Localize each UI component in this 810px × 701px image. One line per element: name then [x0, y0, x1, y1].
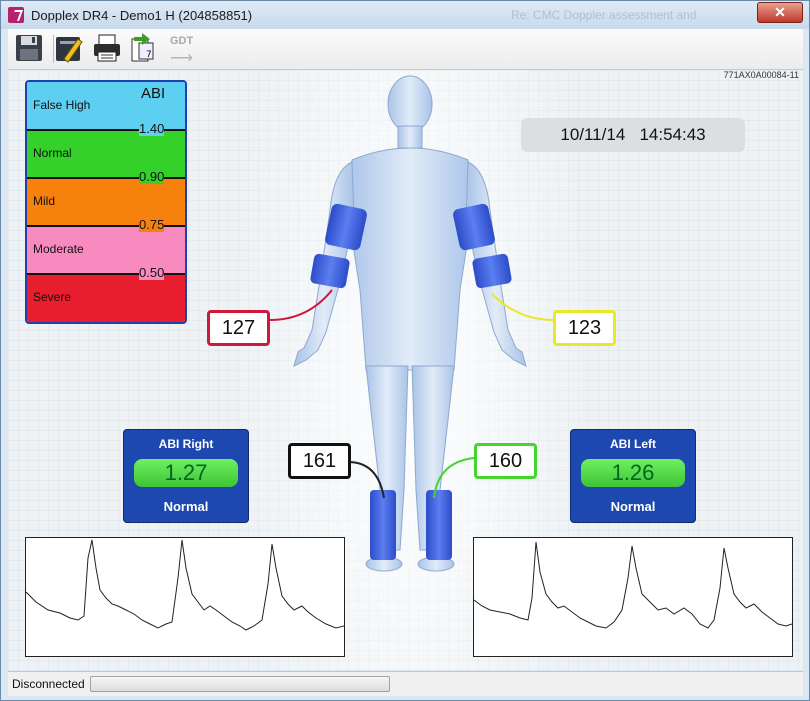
close-button[interactable]: ✕ — [757, 2, 803, 23]
title-bar: Dopplex DR4 - Demo1 H (204858851) Re: CM… — [1, 1, 809, 29]
toolbar-separator — [53, 35, 54, 63]
left-arm-pressure: 123 — [553, 310, 616, 346]
abi-left-title: ABI Left — [610, 437, 656, 451]
status-bar: Disconnected — [8, 671, 803, 696]
abi-right-title: ABI Right — [158, 437, 214, 451]
edit-pencil-icon — [56, 37, 83, 63]
export-document-icon: 7 — [131, 33, 154, 62]
print-button[interactable] — [92, 33, 122, 63]
app-window: Dopplex DR4 - Demo1 H (204858851) Re: CM… — [0, 0, 810, 701]
right-arm-pressure: 127 — [207, 310, 270, 346]
abi-right-panel: ABI Right 1.27 Normal — [123, 429, 249, 523]
window-title: Dopplex DR4 - Demo1 H (204858851) — [31, 8, 253, 23]
save-button[interactable] — [14, 33, 44, 63]
floppy-disk-icon — [16, 35, 42, 61]
right-doppler-waveform — [25, 537, 345, 657]
human-body-silhouette — [293, 75, 527, 572]
waveform-trace-left — [473, 541, 793, 629]
left-doppler-waveform — [473, 537, 793, 657]
connection-status: Disconnected — [12, 677, 85, 691]
svg-text:7: 7 — [146, 50, 152, 60]
edit-notes-button[interactable] — [54, 33, 84, 63]
toolbar: 7 GDT ⟶ — [8, 29, 803, 70]
cuff-right-forearm — [310, 253, 350, 289]
app-icon — [8, 7, 24, 23]
cuff-right-ankle — [370, 490, 396, 560]
abi-left-panel: ABI Left 1.26 Normal — [570, 429, 696, 523]
left-ankle-pressure: 160 — [474, 443, 537, 479]
background-window-title: Re: CMC Doppler assessment and — [511, 8, 697, 22]
abi-right-value: 1.27 — [134, 459, 238, 487]
waveform-trace-right — [25, 539, 345, 631]
export-gdt-button[interactable]: 7 — [128, 33, 158, 63]
abi-left-value: 1.26 — [581, 459, 685, 487]
printer-icon — [94, 34, 120, 62]
gdt-label[interactable]: GDT — [170, 35, 193, 47]
arrow-right-icon: ⟶ — [170, 50, 193, 67]
cuff-left-ankle — [426, 490, 452, 560]
abi-left-classification: Normal — [610, 499, 656, 514]
main-panel: 771AX0A00084-11 False High Normal Mild M… — [8, 70, 803, 670]
cuff-left-forearm — [472, 253, 512, 289]
progress-bar — [90, 676, 390, 692]
abi-right-classification: Normal — [163, 499, 209, 514]
right-ankle-pressure: 161 — [288, 443, 351, 479]
